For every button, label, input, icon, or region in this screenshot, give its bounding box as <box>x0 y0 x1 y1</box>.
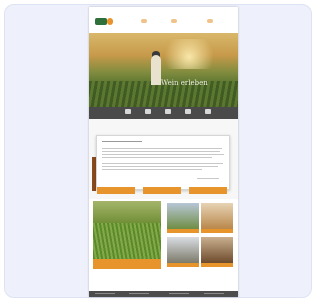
dialog-text-line <box>102 169 202 170</box>
shop-icon[interactable] <box>205 109 211 114</box>
dialog-text-line <box>102 166 218 167</box>
tile-building[interactable] <box>167 237 199 263</box>
cookie-accept-button[interactable] <box>189 187 227 194</box>
user-icon[interactable] <box>185 109 191 114</box>
footer-line <box>204 293 224 294</box>
dialog-text-line <box>102 154 224 155</box>
site-footer <box>89 291 238 297</box>
tile-people-label <box>201 263 233 267</box>
tower-image <box>151 55 161 85</box>
footer-line <box>129 293 149 294</box>
tile-wine[interactable] <box>201 203 233 229</box>
footer-line <box>169 293 189 294</box>
nav-item-3[interactable] <box>207 19 213 23</box>
cookie-settings-button[interactable] <box>143 187 181 194</box>
dialog-text-line <box>102 163 223 164</box>
logo-icon[interactable] <box>95 18 107 25</box>
dialog-text-line <box>102 148 222 149</box>
vineyard-tile[interactable] <box>93 201 161 259</box>
sunlight <box>159 39 219 69</box>
icon-navigation-bar <box>89 107 238 119</box>
website-screenshot: Wein erleben <box>89 7 238 297</box>
tile-people[interactable] <box>201 237 233 263</box>
tile-wine-label <box>201 229 233 233</box>
wine-icon[interactable] <box>125 109 131 114</box>
map-icon[interactable] <box>145 109 151 114</box>
tile-building-label <box>167 263 199 267</box>
vineyard-tile-label <box>93 259 161 269</box>
logo-accent <box>107 18 113 25</box>
footer-line <box>95 293 115 294</box>
nav-item-2[interactable] <box>171 19 177 23</box>
dialog-text-line <box>102 157 212 158</box>
dialog-title-line <box>102 141 142 142</box>
tile-landscape-label <box>167 229 199 233</box>
vineyard-stripes <box>93 223 161 259</box>
cookie-decline-button[interactable] <box>97 187 135 194</box>
hero-title: Wein erleben <box>161 79 208 87</box>
dialog-text-line <box>102 151 220 152</box>
hero-banner: Wein erleben <box>89 33 238 107</box>
tile-landscape[interactable] <box>167 203 199 229</box>
dialog-link-line[interactable] <box>197 178 219 179</box>
calendar-icon[interactable] <box>165 109 171 114</box>
nav-item-1[interactable] <box>141 19 147 23</box>
cookie-consent-dialog <box>96 135 230 190</box>
